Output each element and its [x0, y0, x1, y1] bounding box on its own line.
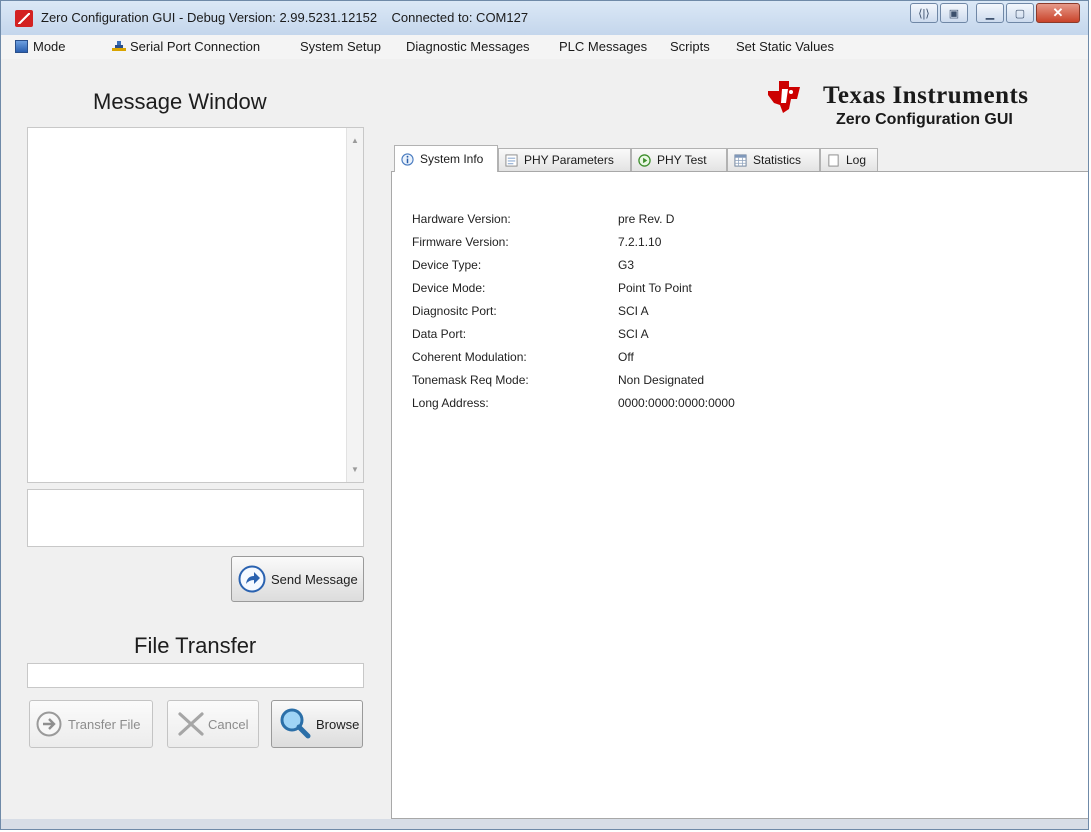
hardware-version-label: Hardware Version:: [412, 212, 511, 226]
plug-icon: [112, 41, 126, 51]
brand-name: Texas Instruments: [823, 82, 1029, 109]
mode-icon: [15, 40, 28, 53]
diagnostic-port-value: SCI A: [618, 304, 649, 318]
menu-mode-label: Mode: [33, 39, 66, 54]
firmware-version-label: Firmware Version:: [412, 235, 509, 249]
coherent-modulation-value: Off: [618, 350, 634, 364]
window-restore-icon[interactable]: ▣: [940, 3, 968, 23]
tab-phy-parameters-label: PHY Parameters: [524, 153, 614, 167]
diagnostic-port-label: Diagnositc Port:: [412, 304, 497, 318]
file-transfer-title: File Transfer: [134, 633, 257, 658]
info-icon: [401, 152, 414, 166]
send-message-label: Send Message: [271, 571, 358, 587]
title-bar[interactable]: Zero Configuration GUI - Debug Version: …: [1, 1, 1088, 36]
app-window: Zero Configuration GUI - Debug Version: …: [0, 0, 1089, 830]
data-port-label: Data Port:: [412, 327, 467, 341]
tab-log[interactable]: Log: [820, 148, 878, 171]
cancel-label: Cancel: [208, 716, 249, 732]
file-path-input[interactable]: [27, 663, 364, 688]
document-icon: [505, 153, 518, 167]
long-address-value: 0000:0000:0000:0000: [618, 396, 735, 410]
ti-logo-icon: [768, 81, 800, 113]
menu-bar: Mode Serial Port Connection System Setup…: [1, 35, 1088, 59]
minimize-icon[interactable]: ▁: [976, 3, 1004, 23]
menu-set-static-values[interactable]: Set Static Values: [736, 39, 834, 54]
hardware-version-value: pre Rev. D: [618, 212, 675, 226]
system-info-panel: Hardware Version: pre Rev. D Firmware Ve…: [391, 171, 1088, 819]
window-bottom-border: [1, 819, 1088, 829]
device-type-label: Device Type:: [412, 258, 482, 272]
cancel-button[interactable]: Cancel: [167, 700, 259, 748]
table-icon: [734, 153, 747, 167]
close-icon[interactable]: ✕: [1036, 3, 1080, 23]
window-title-text: Zero Configuration GUI - Debug Version: …: [41, 10, 378, 25]
send-message-button[interactable]: Send Message: [231, 556, 364, 602]
message-window-title: Message Window: [93, 89, 267, 114]
firmware-version-value: 7.2.1.10: [618, 235, 662, 249]
play-icon: [638, 153, 651, 167]
tonemask-req-mode-label: Tonemask Req Mode:: [412, 373, 529, 387]
connection-status: Connected to: COM127: [391, 10, 529, 25]
page-icon: [828, 153, 839, 167]
menu-serial-port-connection[interactable]: Serial Port Connection: [112, 39, 260, 54]
scroll-down-icon[interactable]: ▼: [351, 465, 359, 474]
menu-serial-port-label: Serial Port Connection: [130, 39, 261, 54]
tab-system-info[interactable]: System Info: [394, 145, 498, 172]
message-scrollbar[interactable]: ▲ ▼: [346, 128, 363, 482]
app-logo-icon: [15, 10, 33, 27]
browse-label: Browse: [316, 716, 360, 732]
send-arrow-icon: [238, 565, 266, 593]
tab-log-label: Log: [846, 153, 867, 167]
tab-statistics-label: Statistics: [753, 153, 802, 167]
window-title: Zero Configuration GUI - Debug Version: …: [41, 10, 528, 25]
tab-phy-test-label: PHY Test: [657, 153, 707, 167]
tab-system-info-label: System Info: [420, 152, 484, 166]
cancel-x-icon: [178, 712, 204, 736]
message-log-box[interactable]: ▲ ▼: [27, 127, 364, 483]
menu-mode[interactable]: Mode: [15, 39, 66, 54]
message-input[interactable]: [27, 489, 364, 547]
tab-statistics[interactable]: Statistics: [727, 148, 820, 171]
device-mode-value: Point To Point: [618, 281, 692, 295]
magnifier-icon: [280, 708, 311, 739]
data-port-value: SCI A: [618, 327, 649, 341]
tonemask-req-mode-value: Non Designated: [618, 373, 705, 387]
transfer-file-button[interactable]: Transfer File: [29, 700, 153, 748]
transfer-file-label: Transfer File: [68, 716, 141, 732]
transfer-arrow-icon: [36, 711, 62, 737]
menu-scripts[interactable]: Scripts: [670, 39, 710, 54]
menu-plc-messages[interactable]: PLC Messages: [559, 39, 647, 54]
window-controls: ⟨|⟩ ▣ ▁ ▢ ✕: [908, 3, 1080, 25]
tab-phy-test[interactable]: PHY Test: [631, 148, 727, 171]
brand-subtitle: Zero Configuration GUI: [836, 111, 1013, 128]
device-mode-label: Device Mode:: [412, 281, 486, 295]
tab-phy-parameters[interactable]: PHY Parameters: [498, 148, 631, 171]
window-extra-icon[interactable]: ⟨|⟩: [910, 3, 938, 23]
scroll-up-icon[interactable]: ▲: [351, 136, 359, 145]
menu-diagnostic-messages[interactable]: Diagnostic Messages: [406, 39, 530, 54]
coherent-modulation-label: Coherent Modulation:: [412, 350, 527, 364]
menu-system-setup[interactable]: System Setup: [300, 39, 381, 54]
long-address-label: Long Address:: [412, 396, 489, 410]
device-type-value: G3: [618, 258, 635, 272]
maximize-icon[interactable]: ▢: [1006, 3, 1034, 23]
browse-button[interactable]: Browse: [271, 700, 363, 748]
